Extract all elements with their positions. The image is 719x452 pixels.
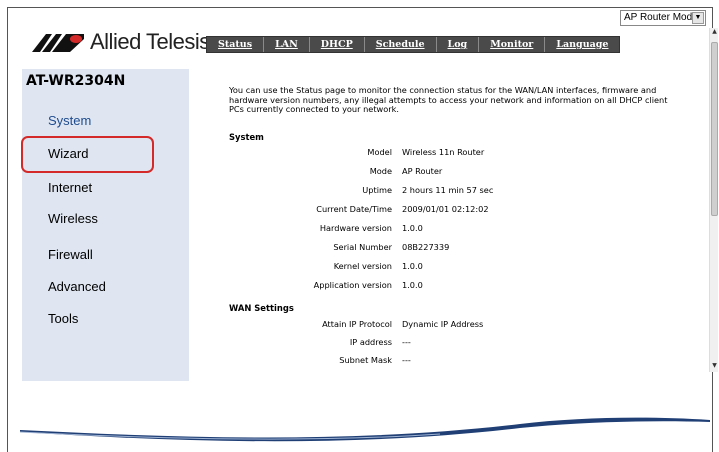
router-mode-select[interactable]: AP Router Mode ▼ bbox=[620, 10, 706, 26]
table-row: Attain IP Protocol Dynamic IP Address bbox=[229, 319, 709, 331]
wizard-highlight-box bbox=[21, 136, 154, 173]
tab-log[interactable]: Log bbox=[437, 37, 480, 52]
system-section-title: System bbox=[229, 132, 264, 142]
table-row: Current Date/Time 2009/01/01 02:12:02 bbox=[229, 204, 709, 216]
table-row: Mode AP Router bbox=[229, 166, 709, 178]
table-row: Serial Number 08B227339 bbox=[229, 242, 709, 254]
top-tab-bar: Status LAN DHCP Schedule Log Monitor Lan… bbox=[206, 36, 621, 53]
status-content: You can use the Status page to monitor t… bbox=[229, 85, 709, 365]
tab-status[interactable]: Status bbox=[207, 37, 265, 52]
table-row: Hardware version 1.0.0 bbox=[229, 223, 709, 235]
row-label: Model bbox=[367, 147, 392, 157]
wan-section-title: WAN Settings bbox=[229, 303, 294, 313]
allied-telesis-logo: Allied Telesis bbox=[32, 29, 210, 54]
content-scrollbar[interactable]: ▲ ▼ bbox=[709, 28, 718, 372]
row-value: 08B227339 bbox=[402, 242, 450, 252]
brand-name: Allied Telesis bbox=[90, 29, 210, 54]
router-mode-value: AP Router Mode bbox=[624, 12, 698, 23]
sidebar-item-tools[interactable]: Tools bbox=[48, 311, 78, 326]
tab-monitor[interactable]: Monitor bbox=[479, 37, 546, 52]
table-row: Uptime 2 hours 11 min 57 sec bbox=[229, 185, 709, 197]
row-value: 2009/01/01 02:12:02 bbox=[402, 204, 489, 214]
table-row: Kernel version 1.0.0 bbox=[229, 261, 709, 273]
row-value: 2 hours 11 min 57 sec bbox=[402, 185, 494, 195]
sidebar-item-internet[interactable]: Internet bbox=[48, 180, 92, 195]
row-label: Current Date/Time bbox=[316, 204, 392, 214]
row-value: AP Router bbox=[402, 166, 443, 176]
row-label: IP address bbox=[349, 337, 392, 347]
sidebar: AT-WR2304N System Wizard Internet Wirele… bbox=[22, 69, 189, 381]
sidebar-item-wireless[interactable]: Wireless bbox=[48, 211, 98, 226]
tab-schedule[interactable]: Schedule bbox=[365, 37, 437, 52]
row-label: Application version bbox=[313, 280, 392, 290]
device-model: AT-WR2304N bbox=[26, 73, 126, 89]
row-value: 1.0.0 bbox=[402, 223, 423, 233]
row-label: Attain IP Protocol bbox=[322, 319, 392, 329]
table-row: Model Wireless 11n Router bbox=[229, 147, 709, 159]
tab-language[interactable]: Language bbox=[545, 37, 619, 52]
row-label: Subnet Mask bbox=[339, 355, 392, 365]
sidebar-item-firewall[interactable]: Firewall bbox=[48, 247, 93, 262]
row-value: Wireless 11n Router bbox=[402, 147, 485, 157]
tab-lan[interactable]: LAN bbox=[264, 37, 310, 52]
row-value: --- bbox=[402, 337, 411, 347]
row-label: Kernel version bbox=[333, 261, 392, 271]
tab-dhcp[interactable]: DHCP bbox=[310, 37, 365, 52]
row-label: Serial Number bbox=[333, 242, 392, 252]
row-value: 1.0.0 bbox=[402, 280, 423, 290]
status-intro-text: You can use the Status page to monitor t… bbox=[229, 85, 668, 114]
scroll-down-icon[interactable]: ▼ bbox=[710, 362, 719, 372]
scroll-up-icon[interactable]: ▲ bbox=[710, 28, 719, 38]
logo-mark-icon bbox=[32, 34, 84, 52]
sidebar-item-advanced[interactable]: Advanced bbox=[48, 279, 106, 294]
row-value: --- bbox=[402, 355, 411, 365]
table-row: IP address --- bbox=[229, 337, 709, 349]
table-row: Application version 1.0.0 bbox=[229, 280, 709, 292]
row-label: Uptime bbox=[362, 185, 392, 195]
row-label: Hardware version bbox=[319, 223, 392, 233]
chevron-down-icon[interactable]: ▼ bbox=[692, 12, 704, 24]
row-value: Dynamic IP Address bbox=[402, 319, 484, 329]
scroll-thumb[interactable] bbox=[711, 42, 718, 216]
row-value: 1.0.0 bbox=[402, 261, 423, 271]
row-label: Mode bbox=[369, 166, 392, 176]
table-row: Subnet Mask --- bbox=[229, 355, 709, 367]
sidebar-item-system[interactable]: System bbox=[48, 113, 91, 128]
decorative-swoosh bbox=[20, 417, 710, 442]
